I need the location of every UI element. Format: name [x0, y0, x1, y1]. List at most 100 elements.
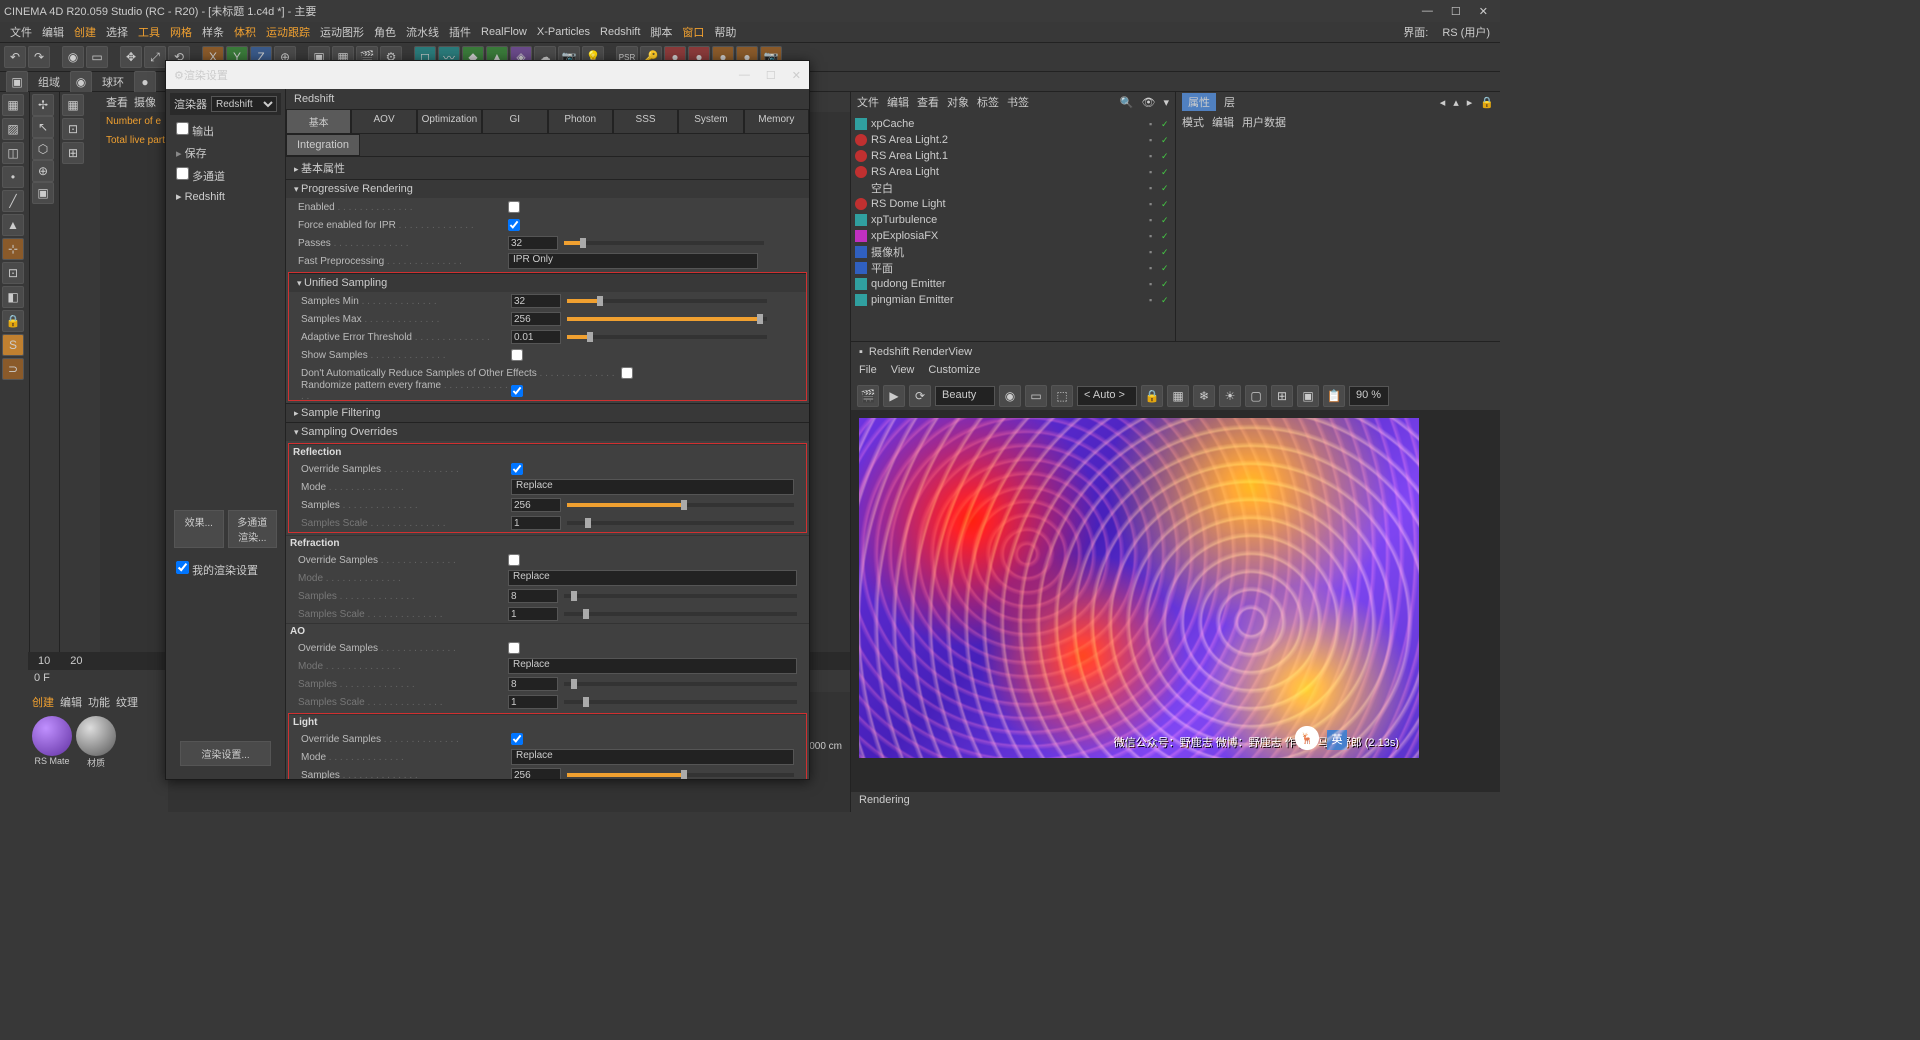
rv-rgb-icon[interactable]: ◉ [999, 385, 1021, 407]
tab-integration[interactable]: Integration [286, 134, 360, 156]
tree-row[interactable]: RS Area Light.1▪✓ [851, 148, 1175, 164]
menu-motiontrack[interactable]: 运动跟踪 [262, 22, 314, 42]
om-menu-file[interactable]: 文件 [857, 94, 879, 110]
tree-row[interactable]: RS Area Light.2▪✓ [851, 132, 1175, 148]
sect-unified[interactable]: Unified Sampling [289, 273, 806, 292]
vis-dot-icon[interactable]: ✓ [1161, 183, 1171, 193]
prog-passes-slider[interactable] [564, 241, 764, 245]
prog-passes-input[interactable] [508, 236, 558, 250]
tree-row[interactable]: 空白▪✓ [851, 180, 1175, 196]
tab-aov[interactable]: AOV [351, 109, 416, 134]
m1-icon[interactable]: ▦ [62, 94, 84, 116]
om-menu-bookmarks[interactable]: 书签 [1007, 94, 1029, 110]
side-mp-check[interactable] [176, 167, 189, 180]
vis-dot-icon[interactable]: ✓ [1161, 295, 1171, 305]
prog-force-check[interactable] [508, 219, 520, 231]
dlg-max-icon[interactable]: ☐ [766, 69, 776, 82]
mat-tab-tex[interactable]: 纹理 [116, 694, 138, 710]
light-override-check[interactable] [511, 733, 523, 745]
ao-override-check[interactable] [508, 642, 520, 654]
layer-dot-icon[interactable]: ▪ [1149, 167, 1159, 177]
prog-enabled-check[interactable] [508, 201, 520, 213]
tree-row[interactable]: xpCache▪✓ [851, 116, 1175, 132]
light-mode-select[interactable]: Replace [511, 749, 794, 765]
vis-dot-icon[interactable]: ✓ [1161, 279, 1171, 289]
om-eye-icon[interactable]: 👁 [1142, 96, 1156, 109]
attr-nav-back-icon[interactable]: ◂ [1440, 96, 1446, 109]
rv-snap2-icon[interactable]: ⊞ [1271, 385, 1293, 407]
menu-file[interactable]: 文件 [6, 22, 36, 42]
menu-script[interactable]: 脚本 [646, 22, 676, 42]
rv-pct[interactable]: 90 % [1349, 386, 1389, 406]
rv-copy-icon[interactable]: 📋 [1323, 385, 1345, 407]
rv-sun-icon[interactable]: ☀ [1219, 385, 1241, 407]
menu-select[interactable]: 选择 [102, 22, 132, 42]
sect-prog[interactable]: Progressive Rendering [286, 179, 809, 198]
dlg-min-icon[interactable]: — [739, 69, 750, 82]
tab-gi[interactable]: GI [482, 109, 547, 134]
refl-override-check[interactable] [511, 463, 523, 475]
tree-row[interactable]: RS Dome Light▪✓ [851, 196, 1175, 212]
sect-basic[interactable]: 基本属性 [286, 156, 809, 179]
sub-icon-2[interactable]: ◉ [70, 71, 92, 93]
tab-memory[interactable]: Memory [744, 109, 809, 134]
attr-sub-mode[interactable]: 模式 [1182, 114, 1204, 130]
menu-window[interactable]: 窗口 [678, 22, 708, 42]
tool-edge-icon[interactable]: ╱ [2, 190, 24, 212]
rv-menu-file[interactable]: File [859, 364, 877, 380]
unified-max-input[interactable] [511, 312, 561, 326]
dlg-close-icon[interactable]: ✕ [792, 69, 801, 82]
om-menu-edit[interactable]: 编辑 [887, 94, 909, 110]
rv-play-icon[interactable]: ▶ [883, 385, 905, 407]
refl-samples-slider[interactable] [567, 503, 794, 507]
vis-dot-icon[interactable]: ✓ [1161, 119, 1171, 129]
material-rsmat[interactable] [32, 716, 72, 756]
menu-spline[interactable]: 样条 [198, 22, 228, 42]
attr-lock-icon[interactable]: 🔒 [1480, 96, 1494, 109]
light-samples-slider[interactable] [567, 773, 794, 777]
attr-nav-up-icon[interactable]: ▴ [1453, 96, 1459, 109]
undo-icon[interactable]: ↶ [4, 46, 26, 68]
rv-crop-icon[interactable]: ⬚ [1051, 385, 1073, 407]
unified-dont-check[interactable] [621, 367, 633, 379]
tool-model-icon[interactable]: ▦ [2, 94, 24, 116]
refl-samples-input[interactable] [511, 498, 561, 512]
select-rect-icon[interactable]: ▭ [86, 46, 108, 68]
tab-opt[interactable]: Optimization [417, 109, 482, 134]
side-myrs-check[interactable] [176, 561, 189, 574]
sect-override[interactable]: Sampling Overrides [286, 422, 809, 441]
attr-tab-props[interactable]: 属性 [1182, 93, 1216, 111]
menu-mograph[interactable]: 运动图形 [316, 22, 368, 42]
om-search-icon[interactable]: 🔍 [1120, 96, 1134, 109]
layer-dot-icon[interactable]: ▪ [1149, 151, 1159, 161]
tree-row[interactable]: 摄像机▪✓ [851, 244, 1175, 260]
menu-create[interactable]: 创建 [70, 22, 100, 42]
tree-row[interactable]: RS Area Light▪✓ [851, 164, 1175, 180]
redo-icon[interactable]: ↷ [28, 46, 50, 68]
m2-icon[interactable]: ⊡ [62, 118, 84, 140]
light-samples-input[interactable] [511, 768, 561, 779]
unified-max-slider[interactable] [567, 317, 767, 321]
renderer-select[interactable]: Redshift [211, 96, 277, 112]
max-button[interactable]: ☐ [1451, 5, 1461, 18]
tab-sss[interactable]: SSS [613, 109, 678, 134]
menu-xparticles[interactable]: X-Particles [533, 24, 594, 40]
select-live-icon[interactable]: ◉ [62, 46, 84, 68]
attr-sub-edit[interactable]: 编辑 [1212, 114, 1234, 130]
vp-tab-view[interactable]: 查看 [106, 94, 128, 110]
sub-icon-3[interactable]: ● [134, 71, 156, 93]
unified-min-input[interactable] [511, 294, 561, 308]
om-menu-view[interactable]: 查看 [917, 94, 939, 110]
menu-edit[interactable]: 编辑 [38, 22, 68, 42]
tool-lock-icon[interactable]: 🔒 [2, 310, 24, 332]
rv-render-icon[interactable]: 🎬 [857, 385, 879, 407]
attr-nav-fwd-icon[interactable]: ▸ [1467, 96, 1473, 109]
menu-volume[interactable]: 体积 [230, 22, 260, 42]
menu-realflow[interactable]: RealFlow [477, 24, 531, 40]
rv-aov-select[interactable]: Beauty [935, 386, 995, 406]
layer-dot-icon[interactable]: ▪ [1149, 263, 1159, 273]
layer-dot-icon[interactable]: ▪ [1149, 183, 1159, 193]
vis-dot-icon[interactable]: ✓ [1161, 167, 1171, 177]
tool-axis-icon[interactable]: ⊹ [2, 238, 24, 260]
side-output-check[interactable] [176, 122, 189, 135]
